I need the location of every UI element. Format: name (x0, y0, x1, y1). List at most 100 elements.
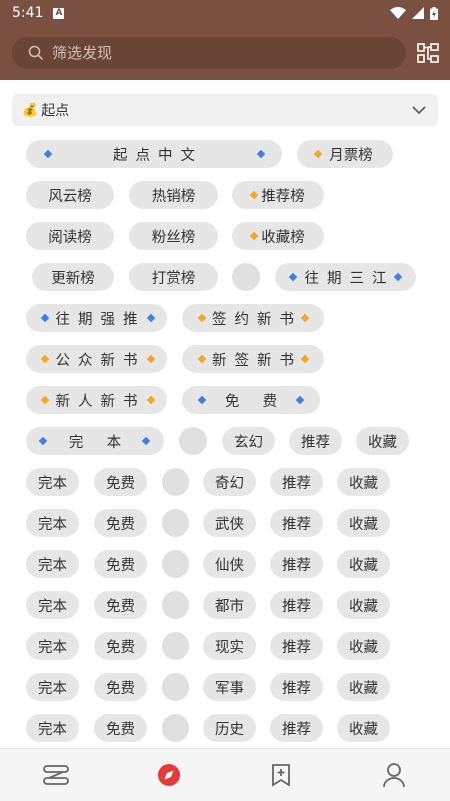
chip-empty[interactable] (162, 673, 189, 701)
chip-recommend[interactable]: 推荐 (270, 673, 323, 701)
source-selector[interactable]: 💰 起点 (12, 94, 438, 126)
nav-profile[interactable] (364, 749, 424, 801)
chip-rank[interactable]: 完本 (26, 427, 164, 455)
chip-finished[interactable]: 完本 (26, 673, 79, 701)
chip-rank[interactable]: 往期三江 (275, 263, 416, 291)
chip-label: 收藏 (349, 598, 378, 615)
chip-favorite[interactable]: 收藏 (337, 673, 390, 701)
chip-genre[interactable]: 仙侠 (203, 550, 256, 578)
chip-finished[interactable]: 完本 (26, 632, 79, 660)
chip-empty[interactable] (162, 509, 189, 537)
chip-label: 签约新书 (212, 311, 302, 328)
chip-genre[interactable]: 现实 (203, 632, 256, 660)
chip-label: 推荐 (282, 680, 311, 697)
chip-recommend[interactable]: 推荐 (270, 591, 323, 619)
chip-rank[interactable]: 新人新书 (26, 386, 167, 414)
chip-rank[interactable]: 粉丝榜 (129, 222, 218, 250)
chip-empty[interactable] (162, 591, 189, 619)
chip-genre[interactable]: 军事 (203, 673, 256, 701)
chip-free[interactable]: 免费 (94, 509, 147, 537)
chip-label: 打赏榜 (151, 270, 196, 287)
chip-empty[interactable] (162, 632, 189, 660)
chip-favorite[interactable]: 收藏 (356, 427, 409, 455)
nav-bookshelf[interactable] (26, 749, 86, 801)
chip-recommend[interactable]: 推荐 (270, 632, 323, 660)
chip-genre[interactable]: 武侠 (203, 509, 256, 537)
chip-rank[interactable]: 新签新书 (182, 345, 324, 373)
chip-label: 推荐 (282, 721, 311, 738)
chip-label: 军事 (215, 680, 244, 697)
chip-label: 收藏 (349, 639, 378, 656)
search-bar[interactable] (12, 37, 406, 69)
chip-rank[interactable]: 热销榜 (129, 181, 218, 209)
chip-empty[interactable] (179, 427, 207, 455)
chip-genre[interactable]: 奇幻 (203, 468, 256, 496)
chip-label: 收藏 (349, 557, 378, 574)
chip-recommend[interactable]: 推荐 (289, 427, 342, 455)
chip-rank[interactable]: 风云榜 (26, 181, 114, 209)
chip-genre[interactable]: 玄幻 (222, 427, 275, 455)
chip-empty[interactable] (232, 263, 260, 291)
chip-free[interactable]: 免费 (94, 468, 147, 496)
chip-label: 完本 (38, 639, 67, 656)
chip-favorite[interactable]: 收藏 (337, 591, 390, 619)
moneybag-icon: 💰 (22, 102, 39, 118)
diamond-icon (288, 272, 298, 282)
chip-finished[interactable]: 完本 (26, 714, 79, 742)
diamond-icon (197, 313, 207, 323)
chip-free[interactable]: 免费 (94, 550, 147, 578)
chip-rank[interactable]: 免费 (182, 386, 320, 414)
chip-label: 都市 (215, 598, 244, 615)
chip-finished[interactable]: 完本 (26, 591, 79, 619)
nav-add-bookmark[interactable] (251, 749, 311, 801)
nav-discover[interactable] (139, 749, 199, 801)
chip-genre[interactable]: 都市 (203, 591, 256, 619)
chip-rank[interactable]: 月票榜 (297, 140, 393, 168)
diamond-icon (38, 436, 48, 446)
chip-free[interactable]: 免费 (94, 591, 147, 619)
chip-rank[interactable]: 更新榜 (32, 263, 114, 291)
bookmark-add-icon (272, 764, 291, 787)
chip-recommend[interactable]: 推荐 (270, 714, 323, 742)
filter-icon[interactable] (416, 41, 440, 65)
chip-rank[interactable]: 起点中文 (26, 140, 282, 168)
chip-rank[interactable]: 收藏榜 (232, 222, 324, 250)
search-input[interactable] (50, 43, 374, 63)
chip-rank[interactable]: 推荐榜 (232, 181, 324, 209)
chip-rank[interactable]: 往期强推 (26, 304, 167, 332)
chip-recommend[interactable]: 推荐 (270, 550, 323, 578)
chip-finished[interactable]: 完本 (26, 550, 79, 578)
chip-free[interactable]: 免费 (94, 673, 147, 701)
chip-favorite[interactable]: 收藏 (337, 632, 390, 660)
chip-favorite[interactable]: 收藏 (337, 714, 390, 742)
chip-label: 免费 (106, 598, 135, 615)
chip-rank[interactable]: 打赏榜 (129, 263, 218, 291)
chip-rank[interactable]: 签约新书 (182, 304, 324, 332)
chip-label: 新人新书 (55, 393, 146, 410)
chip-label: 推荐 (301, 434, 330, 451)
chip-label: 收藏 (349, 475, 378, 492)
chip-recommend[interactable]: 推荐 (270, 468, 323, 496)
chip-label: 推荐榜 (261, 188, 305, 205)
battery-icon (430, 6, 438, 20)
chip-rank[interactable]: 阅读榜 (26, 222, 114, 250)
chip-genre[interactable]: 历史 (203, 714, 256, 742)
chip-empty[interactable] (162, 468, 189, 496)
chip-finished[interactable]: 完本 (26, 509, 79, 537)
chip-label: 完本 (38, 557, 67, 574)
chip-empty[interactable] (162, 714, 189, 742)
chip-favorite[interactable]: 收藏 (337, 550, 390, 578)
diamond-icon (40, 313, 50, 323)
chip-finished[interactable]: 完本 (26, 468, 79, 496)
chip-empty[interactable] (162, 550, 189, 578)
wifi-icon (390, 7, 406, 19)
chip-rank[interactable]: 公众新书 (26, 345, 167, 373)
chip-label: 推荐 (282, 557, 311, 574)
diamond-icon (146, 395, 156, 405)
chip-free[interactable]: 免费 (94, 714, 147, 742)
chip-free[interactable]: 免费 (94, 632, 147, 660)
chip-favorite[interactable]: 收藏 (337, 509, 390, 537)
diamond-icon (197, 395, 207, 405)
chip-recommend[interactable]: 推荐 (270, 509, 323, 537)
chip-favorite[interactable]: 收藏 (337, 468, 390, 496)
